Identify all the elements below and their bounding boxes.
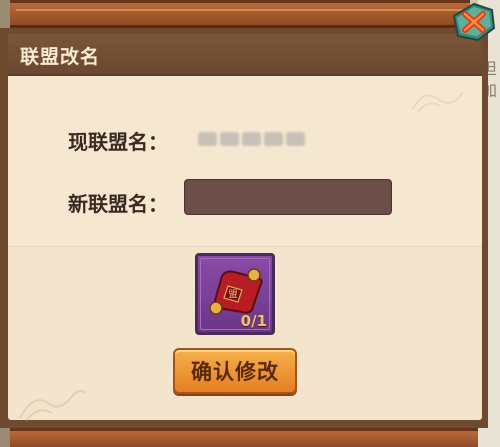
confirm-rename-button[interactable]: 确认修改	[173, 348, 297, 394]
svg-text:盟: 盟	[228, 289, 237, 300]
alliance-scroll-icon: 盟	[209, 268, 263, 315]
blurred-text	[220, 132, 239, 146]
close-icon[interactable]	[452, 2, 496, 42]
rename-item-slot[interactable]: 盟 0/1	[195, 253, 275, 335]
top-wood-bar	[10, 0, 470, 28]
dialog-title-bar: 联盟改名	[8, 34, 482, 76]
current-name-value	[198, 129, 308, 149]
blurred-text	[198, 132, 217, 146]
cloud-decoration-icon	[19, 389, 87, 422]
rename-dialog: 联盟改名 现联盟名： 新联盟名： 盟 0/1 确认修改	[0, 28, 488, 428]
current-name-label: 现联盟名：	[68, 130, 168, 154]
item-count: 0/1	[240, 312, 267, 330]
blurred-text	[242, 132, 261, 146]
cloud-decoration-icon	[412, 91, 464, 113]
dialog-title: 联盟改名	[20, 46, 101, 68]
new-name-label: 新联盟名：	[68, 192, 168, 216]
blurred-text	[286, 132, 305, 146]
bottom-wood-bar	[10, 428, 478, 447]
new-name-input[interactable]	[184, 179, 392, 215]
blurred-text	[264, 132, 283, 146]
